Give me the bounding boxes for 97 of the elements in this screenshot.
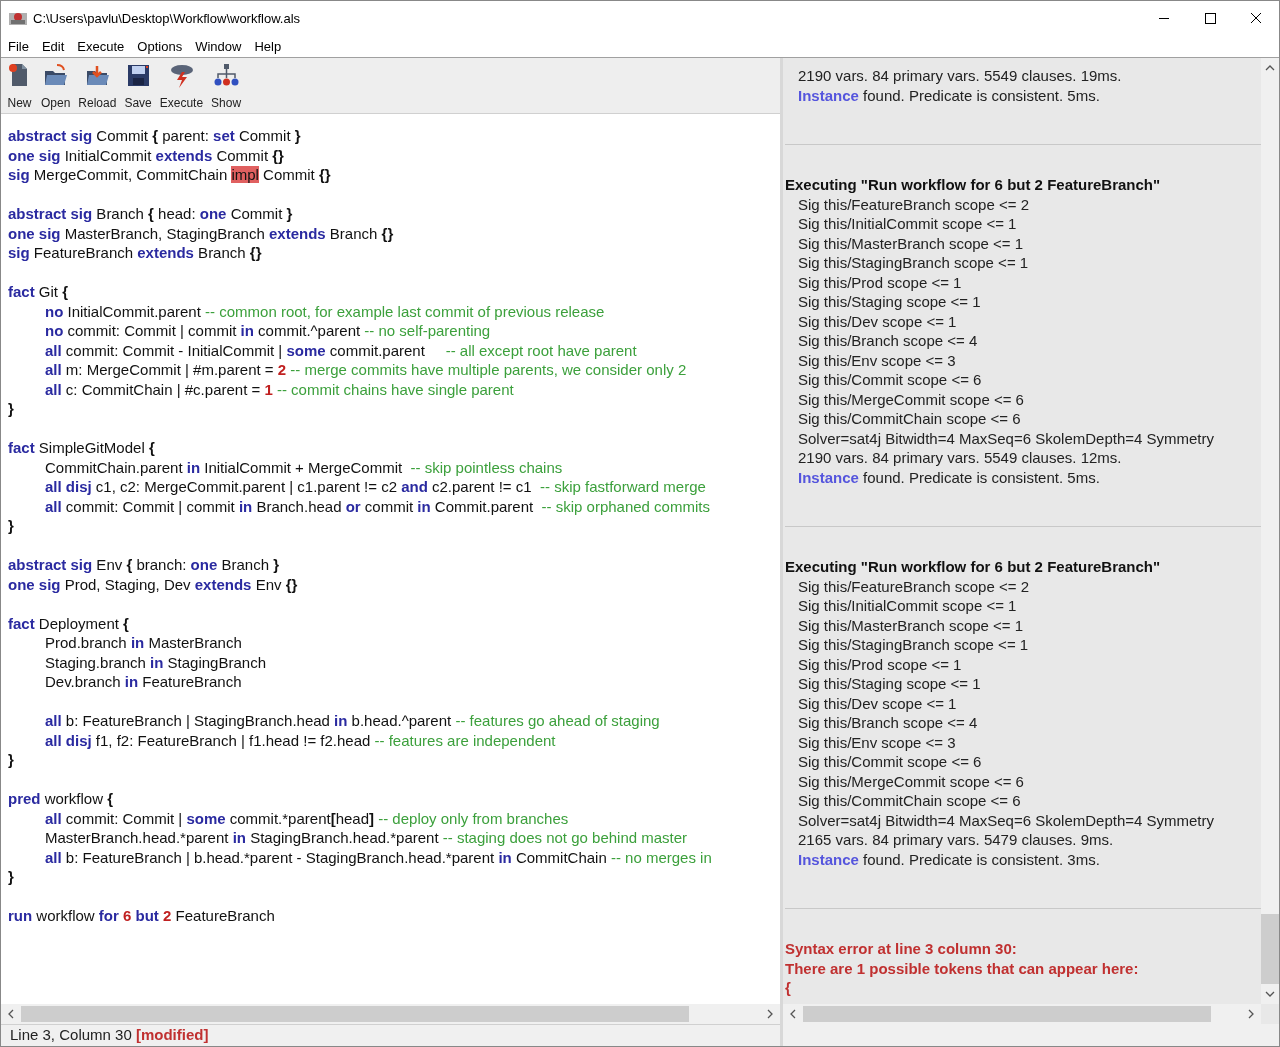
log-line: Solver=sat4j Bitwidth=4 MaxSeq=6 SkolemDepth=4 Symmetry [797,810,1216,830]
log-line: Sig this/FeatureBranch scope <= 2 [797,194,1030,214]
log-line: Sig this/MasterBranch scope <= 1 [797,233,1025,253]
log-line: Sig this/MergeCommit scope <= 6 [797,771,1025,791]
vertical-scrollbar[interactable] [1261,58,1279,1004]
log-header: Executing "Run workflow for 6 but 2 FeatureBranch" [785,175,1162,195]
code-line: abstract sig Branch { head: one Commit } [8,205,293,222]
log-line: Sig this/Commit scope <= 6 [797,370,983,390]
code-line: one sig Prod, Staging, Dev extends Env {} [8,575,298,593]
code-line: Dev.branch in FeatureBranch [45,673,242,690]
log-header: Executing "Run workflow for 6 but 2 FeatureBranch" [785,557,1162,577]
code-line: } [8,751,14,768]
code-line: pred workflow { [8,790,114,807]
log-line: Sig this/CommitChain scope <= 6 [797,409,1022,429]
status-text: Line 3, Column 30 [modified] [10,1025,209,1046]
log-line: Sig this/StagingBranch scope <= 1 [797,635,1030,655]
window-title: C:\Users\pavlu\Desktop\Workflow\workflow.als [33,9,301,28]
toolbar-button[interactable]: Show [210,62,243,110]
error-message: There are 1 possible tokens that can appear here: [785,958,1140,978]
log-line: Sig this/Dev scope <= 1 [797,311,958,331]
code-line: all disj f1, f2: FeatureBranch | f1.head != f2.head -- features are independent [45,731,556,749]
code-line: no commit: Commit | commit in commit.^parent -- no self-parenting [45,322,491,339]
log-line: Sig this/Branch scope <= 4 [797,713,979,733]
app-icon [9,10,27,27]
scroll-right-icon[interactable] [1247,1009,1255,1019]
scroll-thumb[interactable] [21,1006,689,1022]
toolbar-button[interactable]: Open [40,62,72,110]
code-line: all disj c1, c2: MergeCommit.parent | c1.parent != c2 and c2.parent != c1 -- skip fastforward merge [45,478,706,495]
code-line: } [8,868,14,885]
log-line: Sig this/Prod scope <= 1 [797,272,963,292]
code-line: all b: FeatureBranch | StagingBranch.head in b.head.^parent -- features go ahead of staging [45,712,660,729]
scroll-up-icon[interactable] [1265,64,1275,72]
error-message: { [785,978,792,998]
log-line: Sig this/FeatureBranch scope <= 2 [797,576,1030,596]
code-line: fact Deployment { [8,614,129,632]
code-line: all c: CommitChain | #c.parent = 1 -- commit chains have single parent [45,380,514,398]
log-line: Sig this/StagingBranch scope <= 1 [797,253,1030,273]
horizontal-scrollbar[interactable] [1,1004,780,1024]
error-message: Syntax error at line 3 column 30: [785,939,1018,959]
code-line: sig MergeCommit, CommitChain impl Commit {} [8,166,331,183]
code-line: all commit: Commit - InitialCommit | some commit.parent -- all except root have parent [45,341,637,359]
horizontal-scrollbar[interactable] [783,1004,1261,1024]
menu-item[interactable]: Edit [41,36,65,57]
log-line: Sig this/MasterBranch scope <= 1 [797,615,1025,635]
log-line: Sig this/Branch scope <= 4 [797,331,979,351]
code-line: CommitChain.parent in InitialCommit + MergeCommit -- skip pointless chains [45,458,563,476]
code-line: MasterBranch.head.*parent in StagingBranch.head.*parent -- staging does not go behind master [45,829,688,846]
log-line: 2190 vars. 84 primary vars. 5549 clauses. 12ms. [797,448,1123,468]
scroll-left-icon[interactable] [7,1009,15,1019]
code-line: all m: MergeCommit | #m.parent = 2 -- merge commits have multiple parents, we consider only 2 [45,361,687,378]
code-line: one sig InitialCommit extends Commit {} [8,146,284,164]
scroll-left-icon[interactable] [789,1009,797,1019]
log-line: Sig this/Env scope <= 3 [797,350,957,370]
scroll-thumb[interactable] [803,1006,1211,1022]
log-line: Instance found. Predicate is consistent. 3ms. [797,849,1101,869]
log-line: Sig this/MergeCommit scope <= 6 [797,389,1025,409]
log-line: 2190 vars. 84 primary vars. 5549 clauses. 19ms. [797,66,1123,86]
log-line: Sig this/InitialCommit scope <= 1 [797,596,1018,616]
log-line: Sig this/Staging scope <= 1 [797,292,982,312]
menu-item[interactable]: Execute [77,36,125,57]
menu-item[interactable]: File [8,36,29,57]
log-line: Sig this/CommitChain scope <= 6 [797,791,1022,811]
log-line: Sig this/Prod scope <= 1 [797,654,963,674]
code-line: Prod.branch in MasterBranch [45,634,242,651]
code-line: all b: FeatureBranch | b.head.*parent - StagingBranch.head.*parent in CommitChain -- no merges in [45,848,712,866]
code-line: abstract sig Commit { parent: set Commit } [8,127,301,144]
log-line: Sig this/Dev scope <= 1 [797,693,958,713]
log-line: Instance found. Predicate is consistent. 5ms. [797,467,1101,487]
menu-item[interactable]: Options [137,36,183,57]
code-line: Staging.branch in StagingBranch [45,653,266,671]
log-line: Sig this/Staging scope <= 1 [797,674,982,694]
code-line: all commit: Commit | some commit.*parent[head] -- deploy only from branches [45,809,569,827]
scroll-down-icon[interactable] [1265,990,1275,998]
code-line: one sig MasterBranch, StagingBranch extends Branch {} [8,224,394,242]
code-line: sig FeatureBranch extends Branch {} [8,244,262,261]
log-line: Sig this/InitialCommit scope <= 1 [797,214,1018,234]
scroll-right-icon[interactable] [766,1009,774,1019]
log-line: Solver=sat4j Bitwidth=4 MaxSeq=6 SkolemDepth=4 Symmetry [797,428,1216,448]
toolbar-button[interactable]: Reload [77,62,118,110]
code-line: all commit: Commit | commit in Branch.head or commit in Commit.parent -- skip orphaned commits [45,497,710,515]
menu-item[interactable]: Help [254,36,282,57]
log-line: 2165 vars. 84 primary vars. 5479 clauses. 9ms. [797,830,1115,850]
toolbar-button[interactable]: Save [123,62,153,110]
toolbar-button[interactable]: New [5,62,34,110]
toolbar-button[interactable]: Execute [158,62,205,110]
code-line: abstract sig Env { branch: one Branch } [8,556,279,573]
log-line: Instance found. Predicate is consistent. 5ms. [797,85,1101,105]
log-line: Sig this/Commit scope <= 6 [797,752,983,772]
log-line: Sig this/Env scope <= 3 [797,732,957,752]
code-line: no InitialCommit.parent -- common root, for example last commit of previous release [45,302,605,320]
scroll-thumb[interactable] [1261,914,1279,984]
code-line: run workflow for 6 but 2 FeatureBranch [8,907,275,924]
code-line: fact SimpleGitModel { [8,439,155,456]
code-line: fact Git { [8,283,69,300]
code-line: } [8,400,14,417]
menu-item[interactable]: Window [195,36,242,57]
code-line: } [8,517,14,534]
